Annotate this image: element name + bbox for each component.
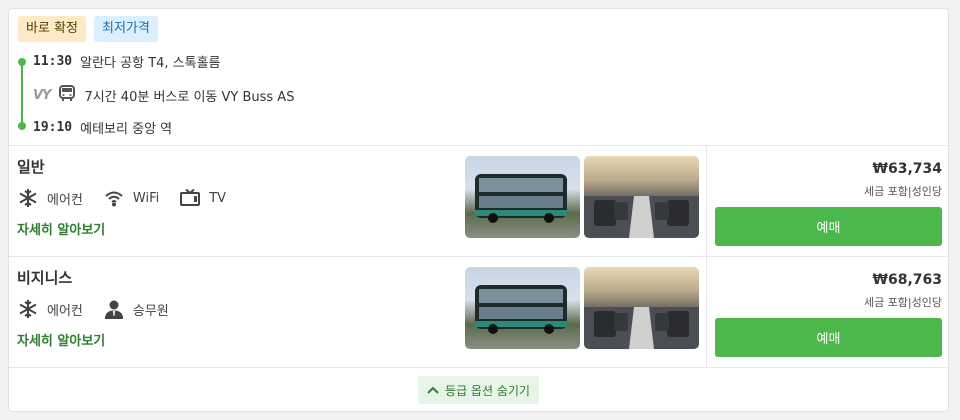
badge-group: 바로 확정 최저가격: [18, 16, 158, 42]
snowflake-icon: [17, 187, 39, 209]
hide-options-label: 등급 옵션 숨기기: [445, 383, 530, 398]
wifi-icon: [103, 187, 125, 209]
departure-dot: [18, 58, 26, 66]
snowflake-icon: [17, 298, 39, 320]
bus-exterior-photo[interactable]: [465, 267, 580, 349]
arrival-row: 19:10 예테보리 중앙 역: [33, 117, 172, 137]
price-column: ₩63,734 세금 포함|성인당 예매: [706, 146, 950, 256]
amenity-label: 승무원: [132, 303, 169, 319]
fare-option: 비지니스 에어컨 승무원 자세히 알아보기 ₩68,763 세금 포함|성인당 …: [9, 257, 948, 368]
amenity-label: 에어컨: [47, 192, 83, 208]
transit-row: VY 7시간 40분 버스로 이동 VY Buss AS: [33, 85, 294, 105]
book-button[interactable]: 예매: [715, 207, 942, 246]
arrival-place: 예테보리 중앙 역: [80, 121, 173, 137]
route-timeline: [21, 61, 23, 127]
tv-icon: [179, 187, 201, 209]
bus-icon: [58, 84, 76, 106]
person-icon: [103, 298, 125, 320]
trip-duration-text: 7시간 40분 버스로 이동 VY Buss AS: [84, 89, 295, 105]
price-note: 세금 포함|성인당: [863, 296, 942, 309]
details-link[interactable]: 자세히 알아보기: [17, 219, 105, 238]
fare-class-name: 일반: [17, 158, 45, 176]
amenity-list: 에어컨 승무원: [17, 298, 169, 320]
amenity-label: TV: [209, 190, 227, 206]
departure-place: 알란다 공항 T4, 스톡홀름: [80, 55, 221, 71]
bus-exterior-photo[interactable]: [465, 156, 580, 238]
price-column: ₩68,763 세금 포함|성인당 예매: [706, 257, 950, 367]
book-button[interactable]: 예매: [715, 318, 942, 357]
operator-logo: VY: [33, 87, 52, 103]
departure-row: 11:30 알란다 공항 T4, 스톡홀름: [33, 51, 221, 71]
arrival-dot: [18, 122, 26, 130]
amenity-label: 에어컨: [47, 303, 83, 319]
chevron-up-icon: [427, 383, 439, 397]
instant-confirm-badge: 바로 확정: [18, 16, 86, 42]
trip-card: 바로 확정 최저가격 11:30 알란다 공항 T4, 스톡홀름 VY 7시간 …: [8, 8, 949, 412]
amenity-list: 에어컨 WiFi TV: [17, 187, 226, 209]
cheapest-badge: 최저가격: [93, 16, 158, 42]
fare-option: 일반 에어컨 WiFi TV 자세히 알아보기 ₩63,734 세금 포함|성인…: [9, 146, 948, 257]
fare-class-name: 비지니스: [17, 269, 73, 287]
departure-time: 11:30: [33, 53, 73, 69]
details-link[interactable]: 자세히 알아보기: [17, 330, 105, 349]
card-footer: 등급 옵션 숨기기: [9, 368, 948, 412]
price-note: 세금 포함|성인당: [863, 185, 942, 198]
arrival-time: 19:10: [33, 119, 73, 135]
trip-header: 바로 확정 최저가격 11:30 알란다 공항 T4, 스톡홀름 VY 7시간 …: [9, 9, 948, 146]
amenity-label: WiFi: [132, 190, 160, 206]
fare-price: ₩63,734: [872, 161, 942, 177]
bus-interior-photo[interactable]: [584, 156, 699, 238]
hide-options-button[interactable]: 등급 옵션 숨기기: [418, 376, 539, 404]
fare-price: ₩68,763: [872, 272, 942, 288]
bus-interior-photo[interactable]: [584, 267, 699, 349]
